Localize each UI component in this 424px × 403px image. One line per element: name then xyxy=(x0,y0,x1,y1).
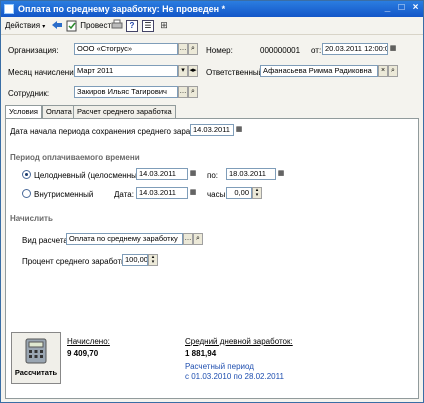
period-section-title: Период оплачиваемого времени xyxy=(10,153,140,162)
intraday-label: Внутрисменный xyxy=(34,190,94,199)
whole-day-to-field[interactable]: 18.03.2011 xyxy=(226,168,276,180)
calc-type-label: Вид расчета: xyxy=(22,236,71,245)
calculator-icon xyxy=(25,338,47,364)
organization-label: Организация: xyxy=(8,46,59,55)
whole-day-label: Целодневный (целосменный) с: xyxy=(34,171,153,180)
responsible-label: Ответственный: xyxy=(206,68,266,77)
intraday-date-field[interactable]: 14.03.2011 xyxy=(136,187,188,199)
accrue-section-title: Начислить xyxy=(10,214,53,223)
calculate-button[interactable]: Рассчитать xyxy=(11,332,61,384)
tab-conditions[interactable]: Условия xyxy=(5,105,42,119)
number-label: Номер: xyxy=(206,46,233,55)
hours-label: часы: xyxy=(207,190,228,199)
toolbar: Действия ▾ Провести ? ☰ ⊞ xyxy=(1,17,423,35)
search-icon[interactable]: ⌕ xyxy=(388,65,398,77)
tab-payment[interactable]: Оплата xyxy=(42,105,76,118)
actions-menu[interactable]: Действия ▾ xyxy=(5,19,45,33)
arrow-left-icon[interactable] xyxy=(51,19,63,33)
search-icon[interactable]: ⌕ xyxy=(188,86,198,98)
percent-label: Процент среднего заработка: xyxy=(22,257,132,266)
help-icon[interactable]: ? xyxy=(126,19,138,33)
calendar-icon[interactable]: ▦ xyxy=(276,168,286,180)
select-button[interactable]: … xyxy=(178,86,188,98)
period-value: с 01.03.2010 по 28.02.2011 xyxy=(185,372,284,381)
search-icon[interactable]: ⌕ xyxy=(193,233,203,245)
avg-earnings-label: Средний дневной заработок: xyxy=(185,337,293,346)
post-button[interactable]: Провести xyxy=(66,19,116,33)
stepper-button[interactable]: ◂▸ xyxy=(188,65,198,77)
actions-label: Действия xyxy=(5,21,41,30)
structure-icon[interactable]: ☰ xyxy=(142,19,154,33)
intraday-radio[interactable] xyxy=(22,189,31,198)
clear-button[interactable]: × xyxy=(378,65,388,77)
avg-earnings-value: 1 881,94 xyxy=(185,349,217,358)
accrued-label: Начислено: xyxy=(67,337,110,346)
chevron-down-icon: ▾ xyxy=(42,24,46,30)
employee-field[interactable]: Закиров Ильяс Тагирович xyxy=(74,86,178,98)
start-date-field[interactable]: 14.03.2011 xyxy=(190,124,234,136)
select-button[interactable]: … xyxy=(178,43,188,55)
tab-average-earnings[interactable]: Расчет среднего заработка xyxy=(73,105,176,118)
responsible-field[interactable]: Афанасьева Римма Радиковна xyxy=(260,65,378,77)
dropdown-button[interactable]: ▾ xyxy=(178,65,188,77)
month-field[interactable]: Март 2011 xyxy=(74,65,178,77)
calendar-icon[interactable]: ▦ xyxy=(388,43,398,55)
start-date-label: Дата начала периода сохранения среднего … xyxy=(10,127,214,136)
maximize-button[interactable]: □ xyxy=(395,2,408,15)
select-button[interactable]: … xyxy=(183,233,193,245)
title-bar: Оплата по среднему заработку: Не проведе… xyxy=(1,1,423,17)
organization-field[interactable]: ООО «Стогрус» xyxy=(74,43,178,55)
calendar-icon[interactable]: ▦ xyxy=(188,168,198,180)
close-button[interactable]: × xyxy=(409,2,422,15)
post-icon xyxy=(66,20,77,32)
intraday-date-label: Дата: xyxy=(114,190,134,199)
employee-label: Сотрудник: xyxy=(8,89,50,98)
search-icon[interactable]: ⌕ xyxy=(188,43,198,55)
to-label: по: xyxy=(207,171,219,180)
accrued-value: 9 409,70 xyxy=(67,349,99,358)
date-field[interactable]: 20.03.2011 12:00:00 xyxy=(322,43,388,55)
whole-day-radio[interactable] xyxy=(22,170,31,179)
document-icon xyxy=(4,4,14,14)
movements-icon[interactable]: ⊞ xyxy=(158,19,170,33)
whole-day-from-field[interactable]: 14.03.2011 xyxy=(136,168,188,180)
calendar-icon[interactable]: ▦ xyxy=(188,187,198,199)
document-window: Оплата по среднему заработку: Не проведе… xyxy=(0,0,424,403)
date-prefix-label: от: xyxy=(311,46,322,55)
hours-field[interactable]: 0,00 xyxy=(226,187,252,199)
print-icon[interactable] xyxy=(111,19,123,33)
calendar-icon[interactable]: ▦ xyxy=(234,124,244,136)
month-label: Месяц начисления: xyxy=(8,68,81,77)
percent-stepper[interactable]: ▴ ▾ xyxy=(148,254,158,266)
period-label: Расчетный период xyxy=(185,362,254,371)
percent-field[interactable]: 100,00 xyxy=(122,254,148,266)
minimize-button[interactable]: _ xyxy=(381,2,394,15)
calculate-label: Рассчитать xyxy=(14,368,58,377)
hours-stepper[interactable]: ▴ ▾ xyxy=(252,187,262,199)
calc-type-field[interactable]: Оплата по среднему заработку xyxy=(66,233,183,245)
number-value: 000000001 xyxy=(260,46,301,55)
window-title: Оплата по среднему заработку: Не проведе… xyxy=(18,4,226,14)
